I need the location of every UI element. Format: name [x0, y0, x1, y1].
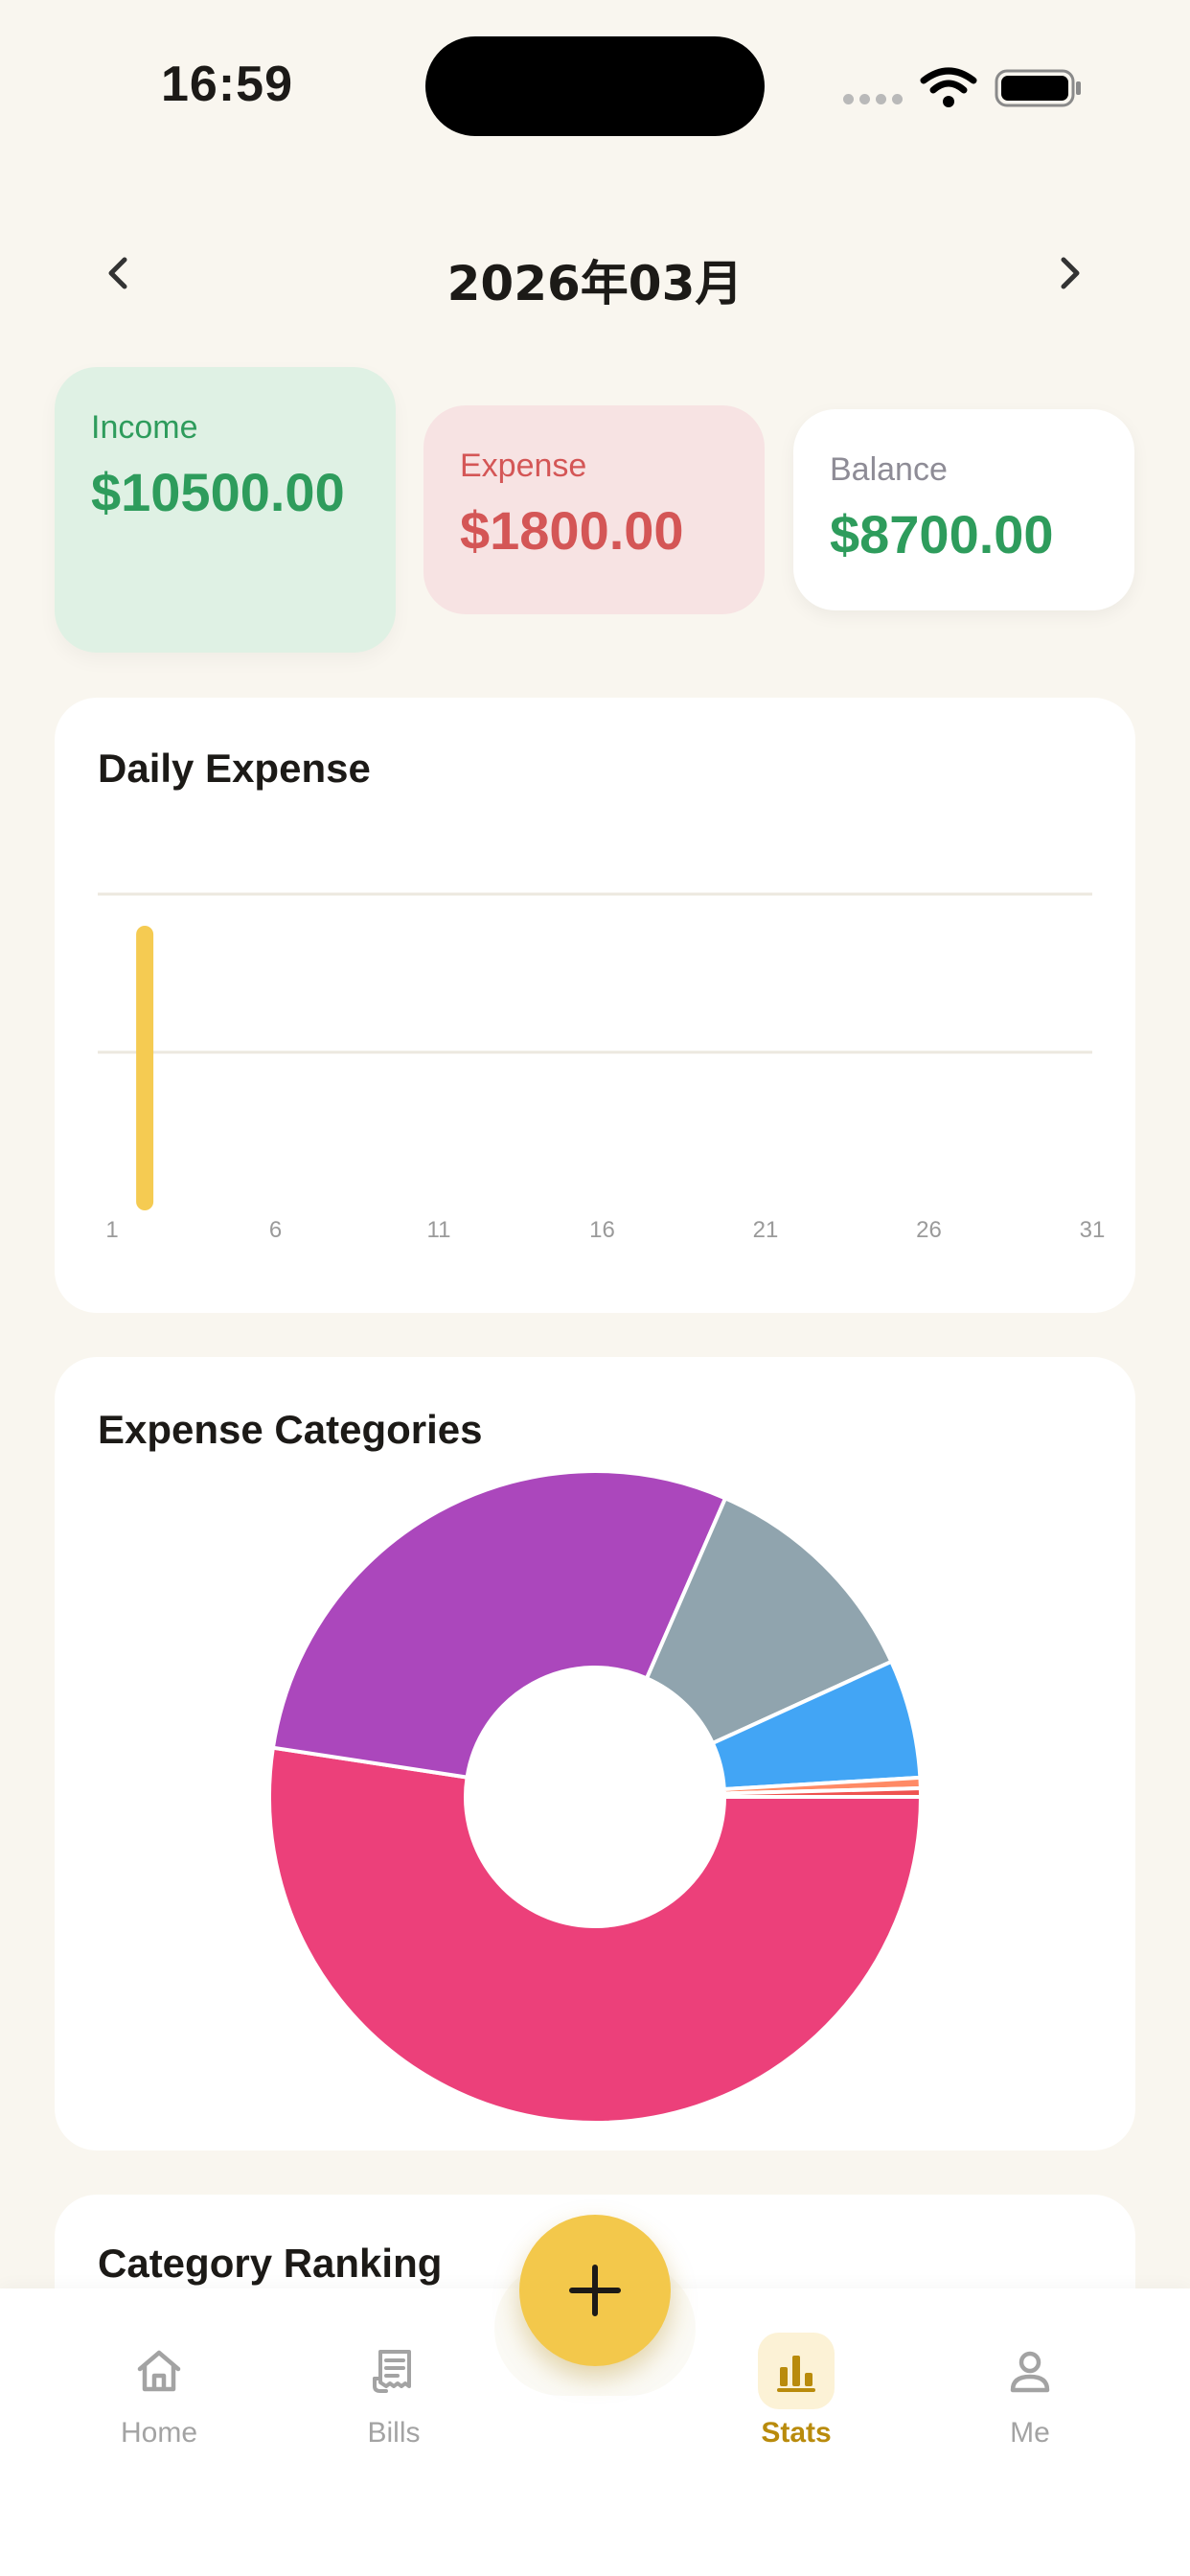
tab-home[interactable]: Home: [82, 2333, 236, 2457]
income-label: Income: [91, 409, 198, 446]
pie-slice[interactable]: [270, 1469, 728, 1780]
expense-label: Expense: [460, 448, 587, 484]
battery-icon: [995, 69, 1081, 107]
receipt-icon: [355, 2333, 432, 2409]
month-header: 2026年03月: [0, 230, 1190, 316]
x-tick-label: 11: [427, 1217, 451, 1243]
add-record-button[interactable]: [519, 2215, 671, 2366]
balance-summary-card[interactable]: Balance $8700.00: [793, 409, 1134, 610]
tab-home-label: Home: [120, 2417, 198, 2449]
x-tick-label: 21: [753, 1217, 779, 1243]
expense-value: $1800.00: [460, 500, 684, 561]
dynamic-island: [425, 36, 765, 136]
home-icon: [121, 2333, 197, 2409]
tab-me-label: Me: [1010, 2417, 1050, 2449]
month-title: 2026年03月: [446, 256, 744, 311]
daily-expense-panel: 1 6 11 16 21 26 31 Daily Expense: [55, 698, 1135, 1313]
wifi-icon: [920, 67, 977, 107]
tab-me[interactable]: Me: [953, 2333, 1107, 2457]
category-ranking-title: Category Ranking: [98, 2241, 443, 2286]
user-icon: [992, 2333, 1068, 2409]
status-time: 16:59: [161, 57, 293, 112]
x-tick-label: 16: [589, 1217, 615, 1243]
income-value: $10500.00: [91, 462, 345, 522]
expense-categories-panel: Expense Categories: [55, 1357, 1135, 2150]
income-summary-card[interactable]: Income $10500.00: [55, 367, 396, 653]
next-month-button[interactable]: [1037, 240, 1104, 307]
cellular-signal-icon: [843, 94, 903, 104]
plus-icon: [569, 2265, 621, 2316]
app-screen: 16:59 2026年03月 Income $10500.00 Expense …: [0, 0, 1190, 2576]
x-tick-label: 6: [269, 1217, 282, 1243]
chevron-right-icon: [1061, 257, 1080, 289]
x-tick-label: 1: [105, 1217, 118, 1243]
expense-categories-title: Expense Categories: [98, 1407, 483, 1452]
bar-chart-icon: [758, 2333, 835, 2409]
tab-stats-label: Stats: [761, 2417, 832, 2449]
expense-summary-card[interactable]: Expense $1800.00: [423, 405, 765, 614]
x-tick-label: 31: [1080, 1217, 1106, 1243]
daily-expense-title: Daily Expense: [98, 746, 371, 791]
balance-value: $8700.00: [830, 504, 1054, 564]
daily-expense-bar[interactable]: [136, 926, 154, 1210]
tab-bills-label: Bills: [367, 2417, 421, 2449]
tab-stats[interactable]: Stats: [720, 2333, 873, 2457]
x-tick-label: 26: [916, 1217, 942, 1243]
expense-categories-chart[interactable]: [55, 1357, 1135, 2150]
pie-slice[interactable]: [267, 1745, 924, 2125]
tab-bills[interactable]: Bills: [317, 2333, 470, 2457]
balance-label: Balance: [830, 451, 948, 488]
